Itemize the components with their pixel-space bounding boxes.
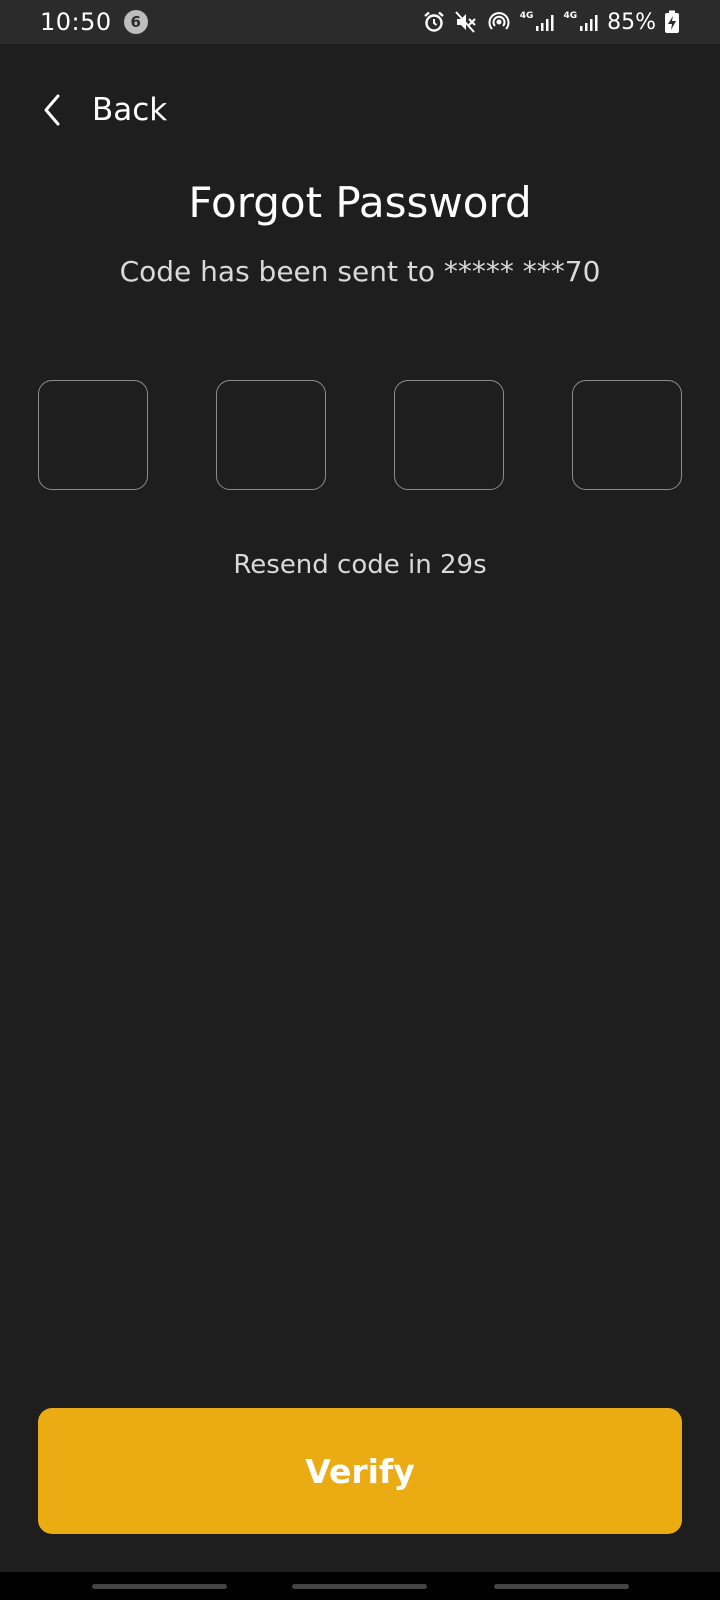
- back-label: Back: [92, 92, 168, 128]
- verify-button[interactable]: Verify: [38, 1408, 682, 1534]
- status-right: 4G 4G 85%: [422, 10, 680, 35]
- status-bar: 10:50 6 4G 4G 85%: [0, 0, 720, 44]
- network-type-label: 4G: [519, 11, 534, 21]
- signal-icon: 4G: [520, 12, 556, 32]
- code-digit-4[interactable]: [572, 380, 682, 490]
- chevron-left-icon: [40, 93, 64, 127]
- code-digit-1[interactable]: [38, 380, 148, 490]
- verify-label: Verify: [305, 1451, 415, 1491]
- status-left: 10:50 6: [40, 8, 148, 36]
- resend-countdown: Resend code in 29s: [233, 550, 487, 580]
- nav-back-handle[interactable]: [494, 1584, 629, 1589]
- verification-code-inputs: [38, 380, 682, 490]
- back-button[interactable]: Back: [40, 82, 167, 138]
- battery-percentage: 85%: [607, 9, 656, 35]
- battery-charging-icon: [664, 10, 680, 34]
- status-time: 10:50: [40, 8, 112, 36]
- system-nav-bar: [0, 1572, 720, 1600]
- nav-recent-handle[interactable]: [92, 1584, 227, 1589]
- signal-icon-2: 4G: [563, 12, 599, 32]
- notification-count-badge: 6: [123, 10, 148, 34]
- forgot-password-screen: 10:50 6 4G 4G 85% Back Forgot Password C…: [0, 0, 720, 1600]
- page-title: Forgot Password: [188, 178, 532, 227]
- code-digit-2[interactable]: [216, 380, 326, 490]
- code-digit-3[interactable]: [394, 380, 504, 490]
- mute-icon: [454, 10, 478, 34]
- hotspot-icon: [486, 10, 512, 34]
- code-sent-message: Code has been sent to ***** ***70: [119, 255, 601, 288]
- network-type-label-2: 4G: [563, 11, 578, 21]
- alarm-icon: [422, 10, 446, 34]
- nav-home-handle[interactable]: [292, 1584, 427, 1589]
